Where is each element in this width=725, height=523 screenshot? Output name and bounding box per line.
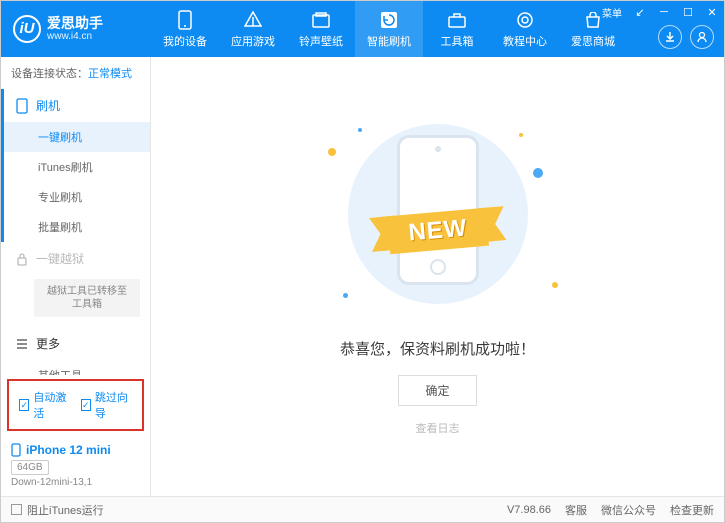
device-storage-badge: 64GB — [11, 460, 49, 475]
menu-section-jailbreak: 一键越狱 越狱工具已转移至 工具箱 — [1, 242, 150, 317]
menu-button[interactable]: 菜单 — [596, 5, 628, 20]
checkbox-icon: ✓ — [81, 399, 91, 411]
tutorial-icon — [515, 10, 535, 30]
app-url: www.i4.cn — [47, 31, 103, 43]
phone-icon — [16, 98, 28, 114]
phone-icon — [11, 443, 21, 457]
apps-icon — [243, 10, 263, 30]
nav-label: 智能刷机 — [367, 33, 411, 49]
refresh-icon — [379, 10, 399, 30]
pin-icon[interactable]: ↙ — [628, 1, 652, 23]
menu-header-flash[interactable]: 刷机 — [4, 89, 150, 122]
nav-toolbox[interactable]: 工具箱 — [423, 1, 491, 57]
main-nav: 我的设备 应用游戏 铃声壁纸 智能刷机 工具箱 教程中心 — [151, 1, 627, 57]
menu-section-flash: 刷机 一键刷机 iTunes刷机 专业刷机 批量刷机 — [1, 89, 150, 242]
close-icon[interactable]: ✕ — [700, 1, 724, 23]
view-log-link[interactable]: 查看日志 — [416, 420, 460, 436]
status-bar: 阻止iTunes运行 V7.98.66 客服 微信公众号 检查更新 — [1, 496, 724, 522]
minimize-icon[interactable]: ─ — [652, 1, 676, 23]
menu-section-more: 更多 其他工具 下载固件 高级功能 — [1, 327, 150, 375]
support-link[interactable]: 客服 — [565, 502, 587, 518]
ok-button[interactable]: 确定 — [398, 375, 476, 406]
version-label: V7.98.66 — [507, 504, 551, 516]
nav-ringtone-wallpaper[interactable]: 铃声壁纸 — [287, 1, 355, 57]
sidebar-item-other-tools[interactable]: 其他工具 — [4, 360, 150, 375]
nav-label: 铃声壁纸 — [299, 33, 343, 49]
main-content: NEW 恭喜您，保资料刷机成功啦！ 确定 查看日志 — [151, 57, 724, 496]
download-button[interactable] — [658, 25, 682, 49]
lock-icon — [16, 252, 28, 266]
nav-label: 应用游戏 — [231, 33, 275, 49]
device-name: iPhone 12 mini — [26, 443, 111, 457]
menu-header-jailbreak: 一键越狱 — [4, 242, 150, 275]
block-itunes-label: 阻止iTunes运行 — [27, 502, 104, 518]
success-message: 恭喜您，保资料刷机成功啦！ — [340, 338, 535, 359]
menu-icon — [16, 338, 28, 350]
device-connection-status: 设备连接状态：正常模式 — [1, 57, 150, 89]
nav-my-device[interactable]: 我的设备 — [151, 1, 219, 57]
phone-icon — [175, 10, 195, 30]
menu-header-more[interactable]: 更多 — [4, 327, 150, 360]
nav-label: 爱思商城 — [571, 33, 615, 49]
nav-apps-games[interactable]: 应用游戏 — [219, 1, 287, 57]
nav-tutorial[interactable]: 教程中心 — [491, 1, 559, 57]
sidebar-item-batch-flash[interactable]: 批量刷机 — [4, 212, 150, 242]
nav-smart-flash[interactable]: 智能刷机 — [355, 1, 423, 57]
sidebar-item-oneclick-flash[interactable]: 一键刷机 — [4, 122, 150, 152]
checkbox-block-itunes[interactable] — [11, 504, 22, 515]
account-button[interactable] — [690, 25, 714, 49]
jailbreak-moved-note: 越狱工具已转移至 工具箱 — [34, 279, 140, 317]
logo-area: iU 爱思助手 www.i4.cn — [1, 15, 151, 44]
connected-device-card[interactable]: iPhone 12 mini 64GB Down-12mini-13,1 — [1, 435, 150, 496]
checkbox-icon: ✓ — [19, 399, 29, 411]
window-controls: 菜单 ↙ ─ ☐ ✕ — [596, 1, 724, 23]
wechat-link[interactable]: 微信公众号 — [601, 502, 656, 518]
app-title: 爱思助手 — [47, 15, 103, 32]
device-firmware: Down-12mini-13,1 — [11, 477, 140, 488]
check-update-link[interactable]: 检查更新 — [670, 502, 714, 518]
maximize-icon[interactable]: ☐ — [676, 1, 700, 23]
folder-icon — [311, 10, 331, 30]
checkbox-skip-guide[interactable]: ✓ 跳过向导 — [81, 389, 133, 421]
app-header: iU 爱思助手 www.i4.cn 我的设备 应用游戏 铃声壁纸 智能刷机 — [1, 1, 724, 57]
toolbox-icon — [447, 10, 467, 30]
sidebar: 设备连接状态：正常模式 刷机 一键刷机 iTunes刷机 专业刷机 批量刷机 — [1, 57, 151, 496]
success-illustration: NEW — [298, 118, 578, 328]
sidebar-item-itunes-flash[interactable]: iTunes刷机 — [4, 152, 150, 182]
options-highlight-box: ✓ 自动激活 ✓ 跳过向导 — [7, 379, 144, 431]
sidebar-item-pro-flash[interactable]: 专业刷机 — [4, 182, 150, 212]
nav-label: 教程中心 — [503, 33, 547, 49]
checkbox-auto-activate[interactable]: ✓ 自动激活 — [19, 389, 71, 421]
logo-icon: iU — [13, 15, 41, 43]
nav-label: 工具箱 — [441, 33, 474, 49]
nav-label: 我的设备 — [163, 33, 207, 49]
